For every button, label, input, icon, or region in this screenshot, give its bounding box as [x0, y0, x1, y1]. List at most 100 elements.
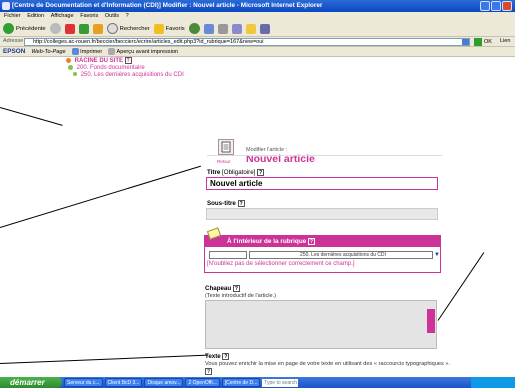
taskbar-item[interactable]: Client BcD 3... [104, 378, 143, 387]
search-icon [106, 23, 118, 34]
taskbar-item-label: Client BcD 3... [107, 379, 140, 386]
minimize-button[interactable] [480, 1, 490, 11]
rubrique-header: À l'intérieur de la rubrique ? [205, 236, 440, 247]
maximize-button[interactable] [491, 1, 501, 11]
stop-icon[interactable] [64, 23, 75, 34]
titre-label-text: Titre [207, 169, 221, 176]
breadcrumb-root-label: RACINE DU SITE [74, 58, 124, 64]
epson-preview-button[interactable]: Aperçu avant impression [108, 48, 178, 55]
help-icon[interactable]: ? [205, 367, 212, 375]
epson-preview-label: Aperçu avant impression [116, 48, 179, 55]
menu-affichage[interactable]: Affichage [51, 13, 74, 19]
soustitre-label-text: Sous-titre [207, 200, 236, 207]
menu-fichier[interactable]: Fichier [4, 13, 21, 19]
home-icon[interactable] [92, 23, 103, 34]
help-icon[interactable]: ? [257, 169, 265, 176]
annotation-line [0, 354, 208, 364]
annotation-line [437, 252, 485, 321]
address-dropdown-icon[interactable] [462, 39, 469, 45]
links-label[interactable]: Lien [500, 38, 510, 44]
rubrique-select-left[interactable] [209, 251, 247, 259]
help-icon[interactable]: ? [232, 285, 240, 292]
ie-icon [2, 2, 10, 10]
close-button[interactable] [502, 1, 512, 11]
taskbar-item[interactable]: Serveur du c... [64, 378, 103, 387]
title-bar: [Centre de Documentation et d'Informatio… [0, 0, 515, 12]
start-button[interactable]: démarrer [0, 377, 62, 388]
menu-help[interactable]: ? [126, 13, 129, 19]
menu-bar: Fichier Edition Affichage Favoris Outils… [0, 12, 515, 21]
browser-window: [Centre de Documentation et d'Informatio… [0, 0, 515, 388]
chapeau-textarea[interactable] [205, 300, 437, 349]
go-arrow-icon [474, 38, 482, 46]
breadcrumb-level1[interactable]: 200. Fonds documentaire [68, 65, 145, 71]
taskbar-item[interactable]: 2 OpenOffi... [185, 378, 220, 387]
back-article-label[interactable]: Retour [217, 159, 231, 164]
help-icon[interactable]: ? [124, 57, 132, 64]
epson-toolbar: EPSON Web-To-Page Imprimer Aperçu avant … [0, 47, 515, 57]
go-button[interactable]: OK [474, 38, 492, 46]
address-input[interactable]: http://colleges.ac-rouen.fr/beccier/becc… [24, 38, 470, 46]
rubrique-panel: À l'intérieur de la rubrique ? 250. Les … [204, 235, 441, 273]
chevron-down-icon[interactable]: ▼ [434, 252, 440, 258]
back-button[interactable]: Précédente [3, 23, 46, 34]
epson-print-button[interactable]: Imprimer [71, 48, 103, 55]
rubrique-select-value: 250. Les dernières acquisitions du CDI [300, 252, 386, 258]
help-icon[interactable]: ? [308, 238, 316, 245]
refresh-icon[interactable] [78, 23, 89, 34]
start-label: démarrer [10, 378, 45, 387]
taskbar-item[interactable]: [Centre de D... [221, 378, 261, 387]
preview-icon [108, 48, 116, 55]
system-tray [471, 377, 515, 388]
taskbar-item[interactable]: Disque amov... [144, 378, 184, 387]
history-icon[interactable] [188, 23, 200, 34]
chapeau-label-text: Chapeau [205, 285, 232, 292]
chapeau-help: (Texte introductif de l'article.) [205, 293, 277, 299]
back-article-button[interactable] [218, 139, 234, 155]
help-icon[interactable]: ? [222, 353, 230, 360]
document-icon [221, 141, 231, 153]
soustitre-input[interactable] [206, 208, 438, 220]
messenger-icon[interactable] [259, 23, 270, 34]
print-icon[interactable] [217, 23, 228, 34]
breadcrumb-root[interactable]: RACINE DU SITE ? [66, 57, 132, 64]
texte-help: Vous pouvez enrichir la mise en page de … [205, 361, 455, 375]
forward-button[interactable] [49, 23, 61, 34]
address-bar: Adresse http://colleges.ac-rouen.fr/becc… [0, 37, 515, 47]
window-title: [Centre de Documentation et d'Informatio… [12, 2, 323, 9]
chapeau-scrollbar[interactable] [427, 309, 435, 333]
rubrique-select[interactable]: 250. Les dernières acquisitions du CDI [249, 251, 433, 259]
folder-icon[interactable] [245, 23, 256, 34]
titre-required: [Obligatoire] [222, 169, 256, 176]
titre-label: Titre [Obligatoire] ? [207, 169, 265, 176]
taskbar-search-input[interactable]: Type to search [262, 378, 299, 387]
titre-input[interactable]: Nouvel article [206, 177, 438, 190]
help-icon[interactable]: ? [237, 200, 245, 207]
taskbar-item-label: Disque amov... [147, 379, 181, 386]
texte-help-text: Vous pouvez enrichir la mise en page de … [205, 361, 451, 367]
breadcrumb-level1-label: 200. Fonds documentaire [76, 65, 145, 72]
annotation-line [0, 107, 63, 126]
breadcrumb-level2[interactable]: 250. Les dernières acquisitions du CDI [73, 72, 184, 78]
root-icon [66, 57, 71, 63]
menu-outils[interactable]: Outils [105, 13, 119, 19]
menu-edition[interactable]: Edition [27, 13, 44, 19]
star-icon [153, 23, 164, 34]
edit-icon[interactable] [231, 23, 242, 34]
soustitre-label: Sous-titre ? [207, 200, 245, 207]
address-label: Adresse [3, 38, 24, 44]
search-label: Rechercher [119, 25, 150, 32]
webtopage-menu[interactable]: Web-To-Page [31, 49, 65, 55]
annotation-line [0, 165, 201, 228]
favorites-button[interactable]: Favoris [153, 23, 185, 34]
chapeau-label: Chapeau ? [205, 285, 240, 292]
page-content: RACINE DU SITE ? 200. Fonds documentaire… [0, 57, 515, 377]
mail-icon[interactable] [203, 23, 214, 34]
back-label: Précédente [16, 25, 46, 32]
favorites-label: Favoris [165, 25, 185, 32]
taskbar-search-placeholder: Type to search [264, 379, 298, 386]
epson-print-label: Imprimer [80, 48, 103, 55]
menu-favoris[interactable]: Favoris [80, 13, 98, 19]
search-button[interactable]: Rechercher [106, 23, 150, 34]
titre-value: Nouvel article [210, 179, 263, 188]
